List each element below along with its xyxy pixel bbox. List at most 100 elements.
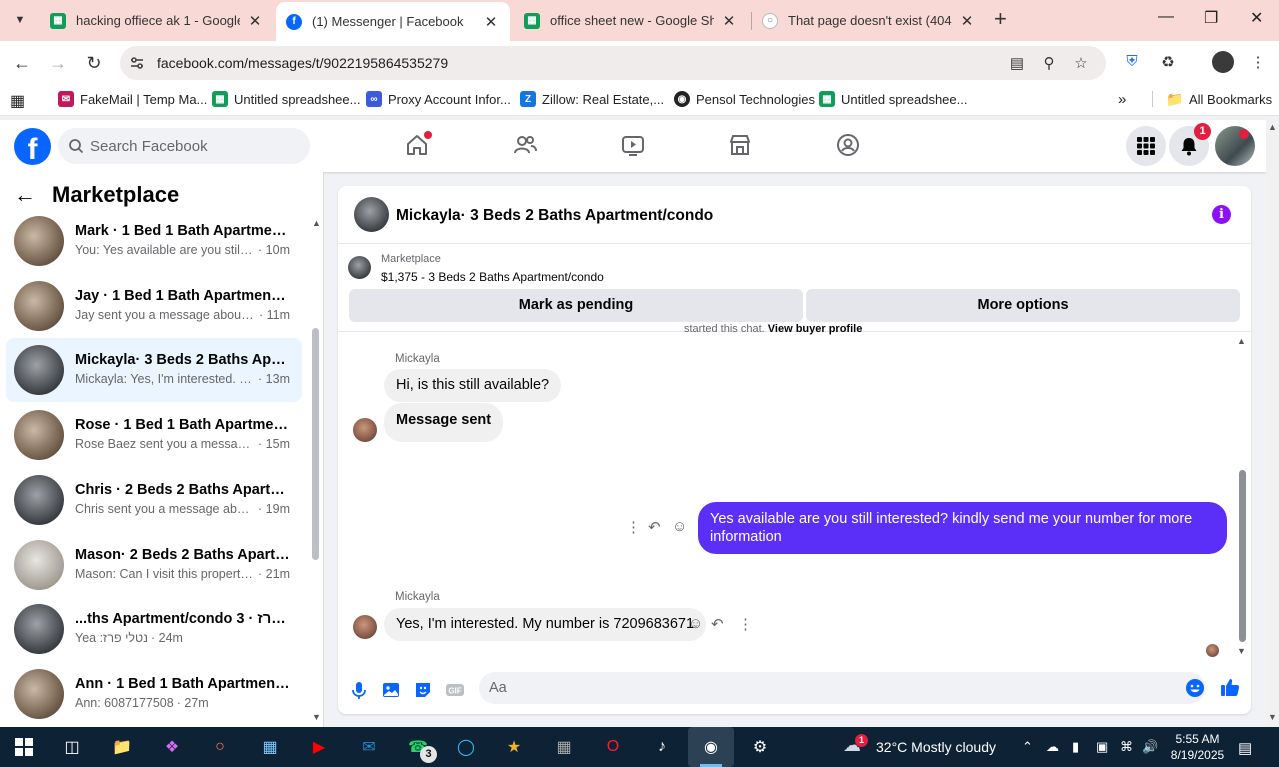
new-tab-button[interactable]: +: [994, 8, 1007, 30]
view-buyer-profile-link[interactable]: View buyer profile: [768, 323, 863, 335]
opera-icon[interactable]: O: [599, 733, 627, 761]
chat-scrollbar[interactable]: [1239, 470, 1246, 642]
app-icon[interactable]: ○: [206, 733, 234, 761]
shield-extension-icon[interactable]: ⛨: [1122, 53, 1142, 73]
facebook-search[interactable]: [58, 128, 310, 164]
mark-as-pending-button[interactable]: Mark as pending: [349, 289, 803, 322]
reload-button[interactable]: ↻: [82, 51, 106, 75]
weather-text[interactable]: 32°C Mostly cloudy: [876, 739, 996, 755]
gif-icon[interactable]: GIF: [444, 679, 466, 701]
chat-title[interactable]: Mickayla· 3 Beds 2 Baths Apartment/condo: [396, 207, 713, 225]
profile-avatar[interactable]: [1212, 51, 1234, 73]
page-scrollbar[interactable]: ▲ ▼: [1266, 120, 1279, 727]
tab-messenger[interactable]: f (1) Messenger | Facebook ✕: [276, 2, 510, 41]
device-icon[interactable]: ▣: [1096, 739, 1108, 755]
conversation-item[interactable]: Rose · 1 Bed 1 Bath Apartment/c... Rose …: [6, 403, 302, 467]
conversation-item[interactable]: ...ths Apartment/condo 3 · נטלי פרז Yea …: [6, 597, 302, 661]
bookmark-spreadsheet-2[interactable]: ▦ Untitled spreadshee...: [819, 91, 967, 107]
more-actions-icon[interactable]: ⋮: [626, 518, 641, 536]
photo-icon[interactable]: [380, 679, 402, 701]
close-icon[interactable]: ✕: [482, 13, 500, 31]
info-icon[interactable]: i: [1212, 205, 1231, 224]
listing-thumbnail[interactable]: [348, 256, 371, 279]
tab-search-button[interactable]: ▼: [6, 7, 34, 33]
reply-icon[interactable]: ↶: [648, 518, 661, 536]
onedrive-icon[interactable]: ☁: [1046, 739, 1059, 755]
conversation-item[interactable]: Ann · 1 Bed 1 Bath Apartment/c... Ann: 6…: [6, 662, 302, 726]
show-hidden-icons-chevron-icon[interactable]: ⌃: [1022, 739, 1033, 755]
incoming-message[interactable]: Message sent: [384, 403, 504, 442]
more-actions-icon[interactable]: ⋮: [738, 615, 753, 633]
file-explorer-icon[interactable]: 📁: [108, 733, 136, 761]
marketplace-icon[interactable]: [727, 132, 753, 158]
battery-icon[interactable]: ▮: [1072, 739, 1079, 755]
forward-button[interactable]: →: [46, 51, 70, 75]
bookmark-fakemail[interactable]: ✉ FakeMail | Temp Ma...: [58, 91, 207, 107]
notification-center-icon[interactable]: ▤: [1238, 739, 1252, 757]
zoom-icon[interactable]: ⚲: [1040, 54, 1058, 72]
conversation-item[interactable]: Mark · 1 Bed 1 Bath Apartment/... You: Y…: [6, 209, 302, 273]
video-icon[interactable]: [620, 132, 646, 158]
bookmark-pensol[interactable]: ◉ Pensol Technologies: [674, 91, 815, 107]
wifi-icon[interactable]: ⌘: [1120, 739, 1133, 755]
listing-price-title[interactable]: $1,375 - 3 Beds 2 Baths Apartment/condo: [381, 270, 604, 284]
speaker-icon[interactable]: 🔊: [1142, 739, 1158, 755]
microphone-icon[interactable]: [348, 679, 370, 701]
bookmark-star-icon[interactable]: ☆: [1072, 54, 1090, 72]
conversation-item[interactable]: Chris · 2 Beds 2 Baths Apartmen... Chris…: [6, 468, 302, 532]
scroll-down-arrow-icon[interactable]: ▼: [312, 712, 321, 722]
bookmark-spreadsheet-1[interactable]: ▦ Untitled spreadshee...: [212, 91, 360, 107]
menu-grid-button[interactable]: [1126, 126, 1166, 166]
outgoing-message[interactable]: Yes available are you still interested? …: [698, 502, 1227, 554]
close-icon[interactable]: ✕: [720, 12, 738, 30]
settings-gear-icon[interactable]: ⚙: [746, 733, 774, 761]
install-app-icon[interactable]: ▤: [1008, 54, 1026, 72]
conversation-item[interactable]: Jay · 1 Bed 1 Bath Apartment/co... Jay s…: [6, 274, 302, 338]
close-icon[interactable]: ✕: [958, 12, 976, 30]
all-bookmarks-button[interactable]: 📁 All Bookmarks: [1152, 91, 1272, 107]
sender-avatar[interactable]: [353, 418, 377, 442]
emoji-icon[interactable]: [1184, 677, 1206, 699]
bookmark-proxy[interactable]: ∞ Proxy Account Infor...: [366, 91, 511, 107]
chat-scroll-up-arrow-icon[interactable]: ▲: [1237, 336, 1246, 346]
conversation-item-active[interactable]: Mickayla· 3 Beds 2 Baths Apart... Mickay…: [6, 338, 302, 402]
facebook-logo[interactable]: f: [14, 128, 51, 165]
tiktok-icon[interactable]: ♪: [648, 733, 676, 761]
sender-avatar[interactable]: [353, 615, 377, 639]
kebab-menu-icon[interactable]: ⋮: [1248, 53, 1268, 73]
conversation-item[interactable]: Mason· 2 Beds 2 Baths Apartme... Mason: …: [6, 533, 302, 597]
bookmark-zillow[interactable]: Z Zillow: Real Estate,...: [520, 91, 664, 107]
more-bookmarks-chevron-icon[interactable]: »: [1118, 91, 1126, 108]
react-emoji-icon[interactable]: ☺: [672, 518, 687, 535]
tab-sheets-1[interactable]: ▦ hacking offiece ak 1 - Google Sh ✕: [40, 4, 274, 37]
back-button[interactable]: ←: [10, 51, 34, 75]
chrome-icon[interactable]: ◉: [688, 727, 734, 767]
back-arrow-icon[interactable]: ←: [14, 182, 36, 208]
close-icon[interactable]: ✕: [246, 12, 264, 30]
tab-sheets-2[interactable]: ▦ office sheet new - Google Sheet ✕: [514, 4, 748, 37]
microsoft-store-icon[interactable]: ▦: [256, 733, 284, 761]
start-windows-icon[interactable]: [10, 733, 38, 761]
site-info-icon[interactable]: [129, 55, 145, 71]
extensions-icon[interactable]: ♻: [1158, 53, 1178, 73]
chat-scroll-down-arrow-icon[interactable]: ▼: [1237, 646, 1246, 656]
copilot-icon[interactable]: ❖: [158, 733, 186, 761]
task-view-icon[interactable]: ◫: [58, 733, 86, 761]
minimize-button[interactable]: —: [1158, 8, 1174, 26]
clock[interactable]: 5:55 AM 8/19/2025: [1160, 731, 1235, 763]
account-avatar[interactable]: [1215, 126, 1255, 166]
youtube-icon[interactable]: ▶: [305, 733, 333, 761]
groups-icon[interactable]: [835, 132, 861, 158]
more-options-button[interactable]: More options: [806, 289, 1240, 322]
restore-button[interactable]: ❐: [1204, 8, 1218, 28]
scroll-up-arrow-icon[interactable]: ▲: [312, 218, 321, 228]
close-window-button[interactable]: ✕: [1250, 8, 1263, 28]
address-bar[interactable]: facebook.com/messages/t/9022195864535279…: [120, 46, 1106, 80]
sticker-icon[interactable]: [412, 679, 434, 701]
message-input[interactable]: [479, 672, 1205, 704]
reply-icon[interactable]: ↶: [711, 615, 724, 633]
page-scroll-up-arrow-icon[interactable]: ▲: [1268, 122, 1277, 132]
medal-icon[interactable]: ★: [500, 733, 528, 761]
search-input[interactable]: [90, 128, 300, 164]
apps-icon[interactable]: ▦: [10, 91, 25, 111]
